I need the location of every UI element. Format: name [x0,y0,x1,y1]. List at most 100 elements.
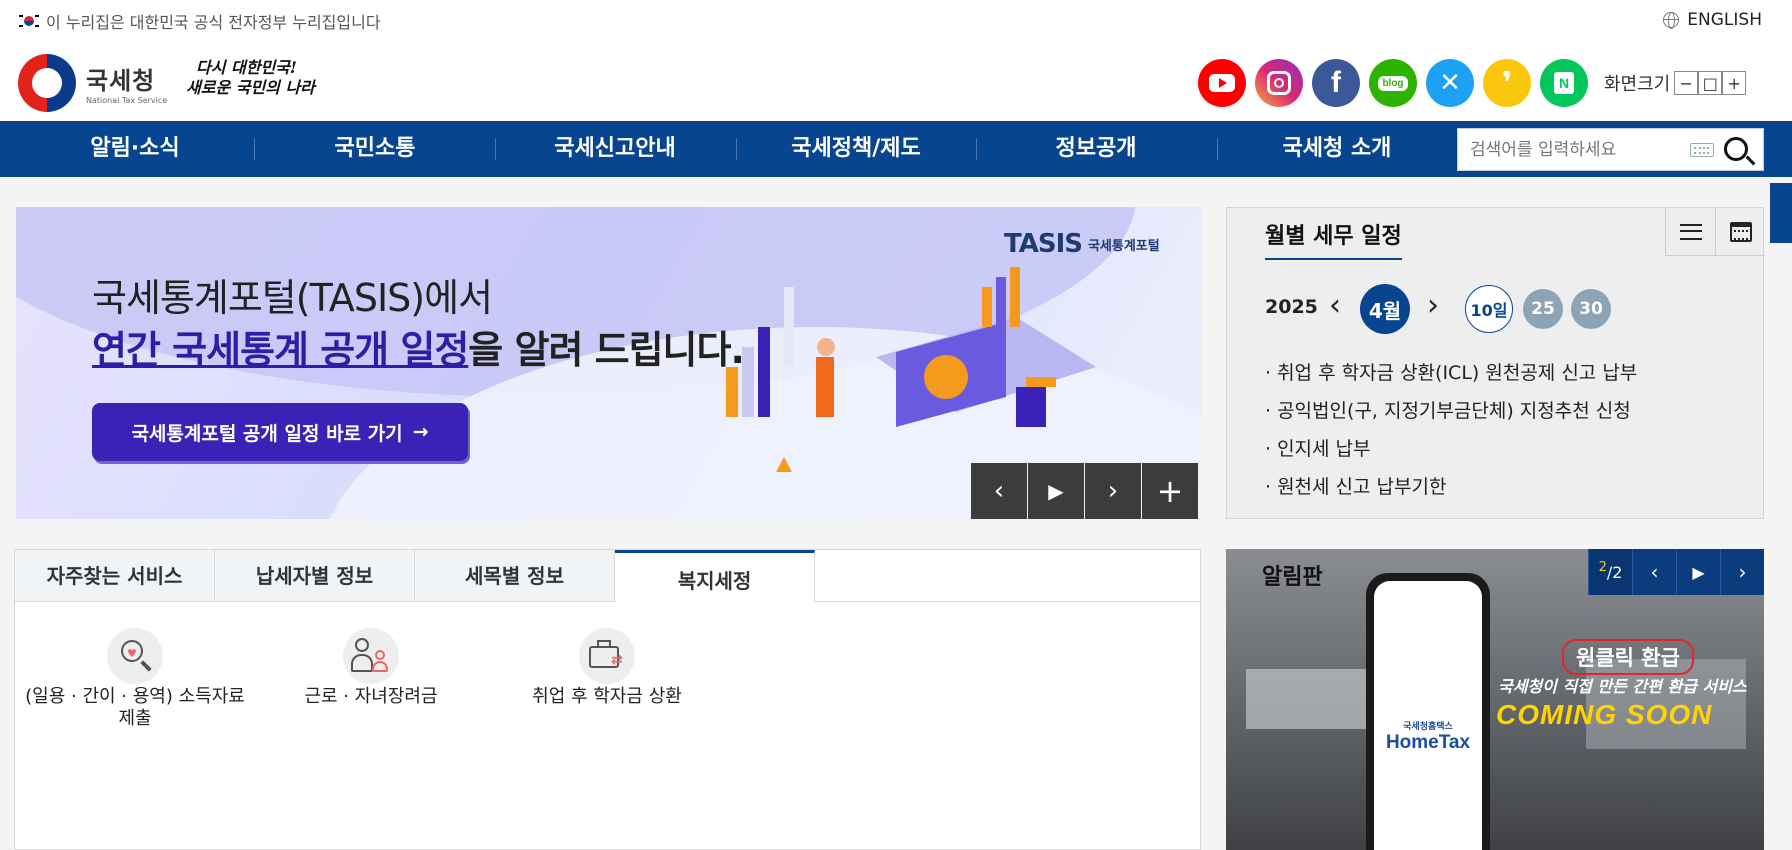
gov-notice: 이 누리집은 대한민국 공식 전자정부 누리집입니다 [18,9,381,33]
tab-welfare-tax[interactable]: 복지세정 [615,550,815,603]
banner-prev-button[interactable]: ‹ [971,463,1027,519]
service-income-data-submission[interactable]: ♥ (일용 · 간이 · 용역) 소득자료 제출 [15,628,255,730]
slogan-line-1: 다시 대한민국! [196,58,297,77]
facebook-icon[interactable]: f [1312,59,1360,107]
list-icon [1679,223,1702,240]
hometax-logo-text: HomeTax [1385,731,1471,753]
korea-flag-icon [18,13,40,29]
magnifier-heart-icon: ♥ [107,628,163,684]
nav-item-communication[interactable]: 국민소통 [255,121,495,177]
naver-post-icon[interactable]: N [1540,59,1588,107]
tab-taxpayer-info[interactable]: 납세자별 정보 [215,550,415,602]
schedule-item[interactable]: · 취업 후 학자금 상환(ICL) 원천공제 신고 납부 [1265,354,1637,392]
schedule-item[interactable]: · 공익법인(구, 지정기부금단체) 지정추천 신청 [1265,392,1637,430]
schedule-list: · 취업 후 학자금 상환(ICL) 원천공제 신고 납부 · 공익법인(구, … [1265,354,1637,506]
instagram-icon[interactable] [1255,59,1303,107]
banner-headline-1: 국세통계포털(TASIS)에서 [92,276,493,320]
tab-tax-item-info[interactable]: 세목별 정보 [415,550,615,602]
board-play-button[interactable]: ▶ [1676,549,1720,595]
globe-icon [1663,12,1680,29]
main-banner[interactable]: 국세통계포털(TASIS)에서 연간 국세통계 공개 일정을 알려 드립니다. … [16,207,1201,519]
nav-item-tax-filing[interactable]: 국세신고안내 [495,121,735,177]
gov-notice-text: 이 누리집은 대한민국 공식 전자정부 누리집입니다 [46,13,381,32]
zoom-out-button[interactable]: − [1674,71,1699,95]
service-label: (일용 · 간이 · 용역) 소득자료 제출 [25,686,245,729]
schedule-item[interactable]: · 원천세 신고 납부기한 [1265,468,1637,506]
banner-cta-label: 국세통계포털 공개 일정 바로 가기 [131,422,403,445]
banner-next-button[interactable]: › [1085,463,1141,519]
search-icon[interactable] [1724,137,1748,161]
service-earned-income-credit[interactable]: 근로 · 자녀장려금 [251,628,491,708]
banner-headline-rest: 을 알려 드립니다. [468,328,745,372]
banner-more-button[interactable]: + [1142,463,1198,519]
current-month: 4월 [1360,284,1410,334]
search-box [1457,128,1764,171]
page-scrollbar-thumb[interactable] [1770,183,1792,243]
banner-highlight: 연간 국세통계 공개 일정 [92,328,469,372]
nts-emblem-icon [18,54,76,112]
briefcase-exchange-icon: ⇄ [579,628,635,684]
nav-item-tax-policy[interactable]: 국세정책/제도 [736,121,976,177]
logo-english: National Tax Service [86,96,168,105]
tasis-logo: TASIS 국세통계포털 [1004,229,1160,259]
coming-soon-label: COMING SOON [1496,699,1713,730]
service-label: 취업 후 학자금 상환 [532,686,682,707]
monthly-tax-schedule: 월별 세무 일정 2025 ‹ 4월 › 10일 25 30 · 취업 후 학자… [1226,207,1765,519]
phone-image: 국세청홈택스 HomeTax [1366,573,1490,850]
calendar-icon [1729,221,1752,242]
logo-korean: 국세청 [86,67,156,95]
list-view-button[interactable] [1665,208,1715,256]
blog-icon[interactable]: blog [1369,59,1417,107]
month-prev-button[interactable]: ‹ [1329,288,1341,323]
refund-title: 원클릭 환급 [1562,639,1694,675]
month-next-button[interactable]: › [1427,288,1439,323]
calendar-view-button[interactable] [1715,208,1765,256]
tab-frequent-services[interactable]: 자주찾는 서비스 [15,550,215,602]
banner-play-button[interactable]: ▶ [1028,463,1084,519]
banner-headline-2: 연간 국세통계 공개 일정을 알려 드립니다. [92,319,745,374]
youtube-icon[interactable] [1198,59,1246,107]
board-title: 알림판 [1262,565,1323,590]
banner-controls: ‹ ▶ › + [971,463,1198,519]
screen-size-label: 화면크기 [1604,74,1671,95]
english-link[interactable]: ENGLISH [1663,10,1762,30]
slogan: 다시 대한민국! 새로운 국민의 나라 [186,58,315,98]
main-nav: 알림·소식 국민소통 국세신고안내 국세정책/제도 정보공개 국세청 소개 [0,121,1792,177]
zoom-reset-button[interactable]: □ [1698,71,1723,95]
tasis-logo-text: TASIS [1004,229,1083,259]
board-controls: 2/2 ‹ ▶ › [1588,549,1764,595]
banner-cta-button[interactable]: 국세통계포털 공개 일정 바로 가기 → [92,403,468,461]
service-tabs: 자주찾는 서비스 납세자별 정보 세목별 정보 복지세정 ♥ (일용 · 간이 … [14,549,1201,850]
board-page-count: 2/2 [1588,549,1632,595]
hometax-small-label: 국세청홈택스 [1403,721,1453,732]
schedule-title: 월별 세무 일정 [1265,218,1402,260]
board-next-button[interactable]: › [1720,549,1764,595]
day-25[interactable]: 25 [1523,289,1563,329]
day-10[interactable]: 10일 [1465,285,1513,333]
virtual-keyboard-icon[interactable] [1690,143,1714,157]
board-prev-button[interactable]: ‹ [1632,549,1676,595]
nav-item-disclosure[interactable]: 정보공개 [976,121,1216,177]
nav-item-about[interactable]: 국세청 소개 [1217,121,1457,177]
schedule-item[interactable]: · 인지세 납부 [1265,430,1637,468]
day-30[interactable]: 30 [1571,289,1611,329]
nav-item-news[interactable]: 알림·소식 [15,121,255,177]
nts-logo[interactable]: 국세청 National Tax Service [18,54,167,112]
kakao-icon[interactable]: ❜ [1483,59,1531,107]
schedule-year: 2025 [1265,296,1318,318]
parent-child-icon [343,628,399,684]
top-notice-bar: 이 누리집은 대한민국 공식 전자정부 누리집입니다 ENGLISH [0,0,1792,42]
notice-board[interactable]: 알림판 2/2 ‹ ▶ › 국세청홈택스 HomeTax 원클릭 환급 국세청이… [1226,549,1764,850]
service-student-loan-repayment[interactable]: ⇄ 취업 후 학자금 상환 [487,628,727,708]
service-label: 근로 · 자녀장려금 [304,686,438,707]
search-input[interactable] [1470,138,1680,162]
english-label: ENGLISH [1687,10,1762,30]
slogan-line-2: 새로운 국민의 나라 [186,78,315,97]
tasis-logo-korean: 국세통계포털 [1087,238,1160,254]
screen-size-control: 화면크기 − □ + [1604,70,1747,96]
site-header: 국세청 National Tax Service 다시 대한민국! 새로운 국민… [0,42,1792,121]
x-twitter-icon[interactable]: ✕ [1426,59,1474,107]
zoom-in-button[interactable]: + [1722,71,1747,95]
sns-links: f blog ✕ ❜ N [1198,59,1588,107]
arrow-right-icon: → [412,421,429,443]
